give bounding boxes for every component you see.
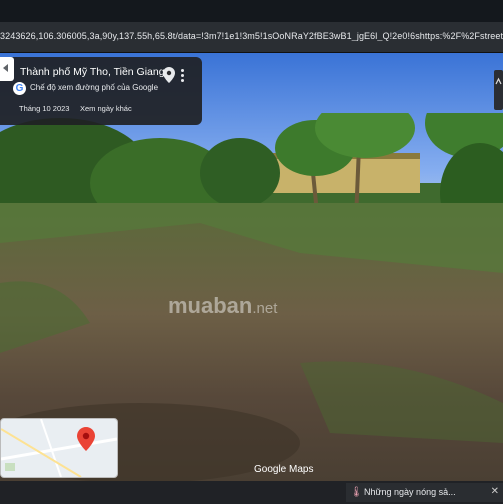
url-text[interactable]: 3243626,106.306005,3a,90y,137.55h,65.8t/… bbox=[0, 31, 503, 41]
google-maps-label: Google Maps bbox=[254, 464, 314, 475]
close-icon[interactable]: ✕ bbox=[491, 486, 499, 497]
back-button[interactable] bbox=[0, 57, 14, 81]
muaban-watermark: muaban.net bbox=[168, 293, 277, 319]
location-info-card: Thành phố Mỹ Tho, Tiền Giang G Chế độ xe… bbox=[0, 57, 202, 125]
notification-toast[interactable]: 🌡 Những ngày nóng sả... ✕ bbox=[346, 483, 503, 502]
address-bar[interactable]: 3243626,106.306005,3a,90y,137.55h,65.8t/… bbox=[0, 22, 503, 53]
browser-tab-strip bbox=[0, 0, 503, 22]
watermark-suffix: .net bbox=[252, 300, 278, 317]
mini-map-roads bbox=[1, 419, 117, 477]
pin-icon[interactable] bbox=[163, 67, 175, 83]
compass-control-icon[interactable] bbox=[494, 70, 503, 110]
street-view-mode-label: Chế độ xem đường phố của Google bbox=[30, 83, 159, 92]
map-marker-icon bbox=[77, 427, 95, 451]
capture-date: Tháng 10 2023 bbox=[19, 104, 70, 113]
see-more-dates-link[interactable]: Xem ngày khác bbox=[80, 104, 132, 113]
chevron-left-icon bbox=[3, 64, 8, 72]
mini-map[interactable] bbox=[0, 418, 118, 478]
notification-icon: 🌡 bbox=[350, 487, 363, 498]
notification-text: Những ngày nóng sả... bbox=[364, 487, 456, 497]
watermark-brand: muaban bbox=[168, 293, 253, 318]
location-title: Thành phố Mỹ Tho, Tiền Giang bbox=[20, 66, 165, 78]
google-logo-icon: G bbox=[13, 82, 26, 95]
more-vertical-icon[interactable] bbox=[179, 67, 187, 83]
